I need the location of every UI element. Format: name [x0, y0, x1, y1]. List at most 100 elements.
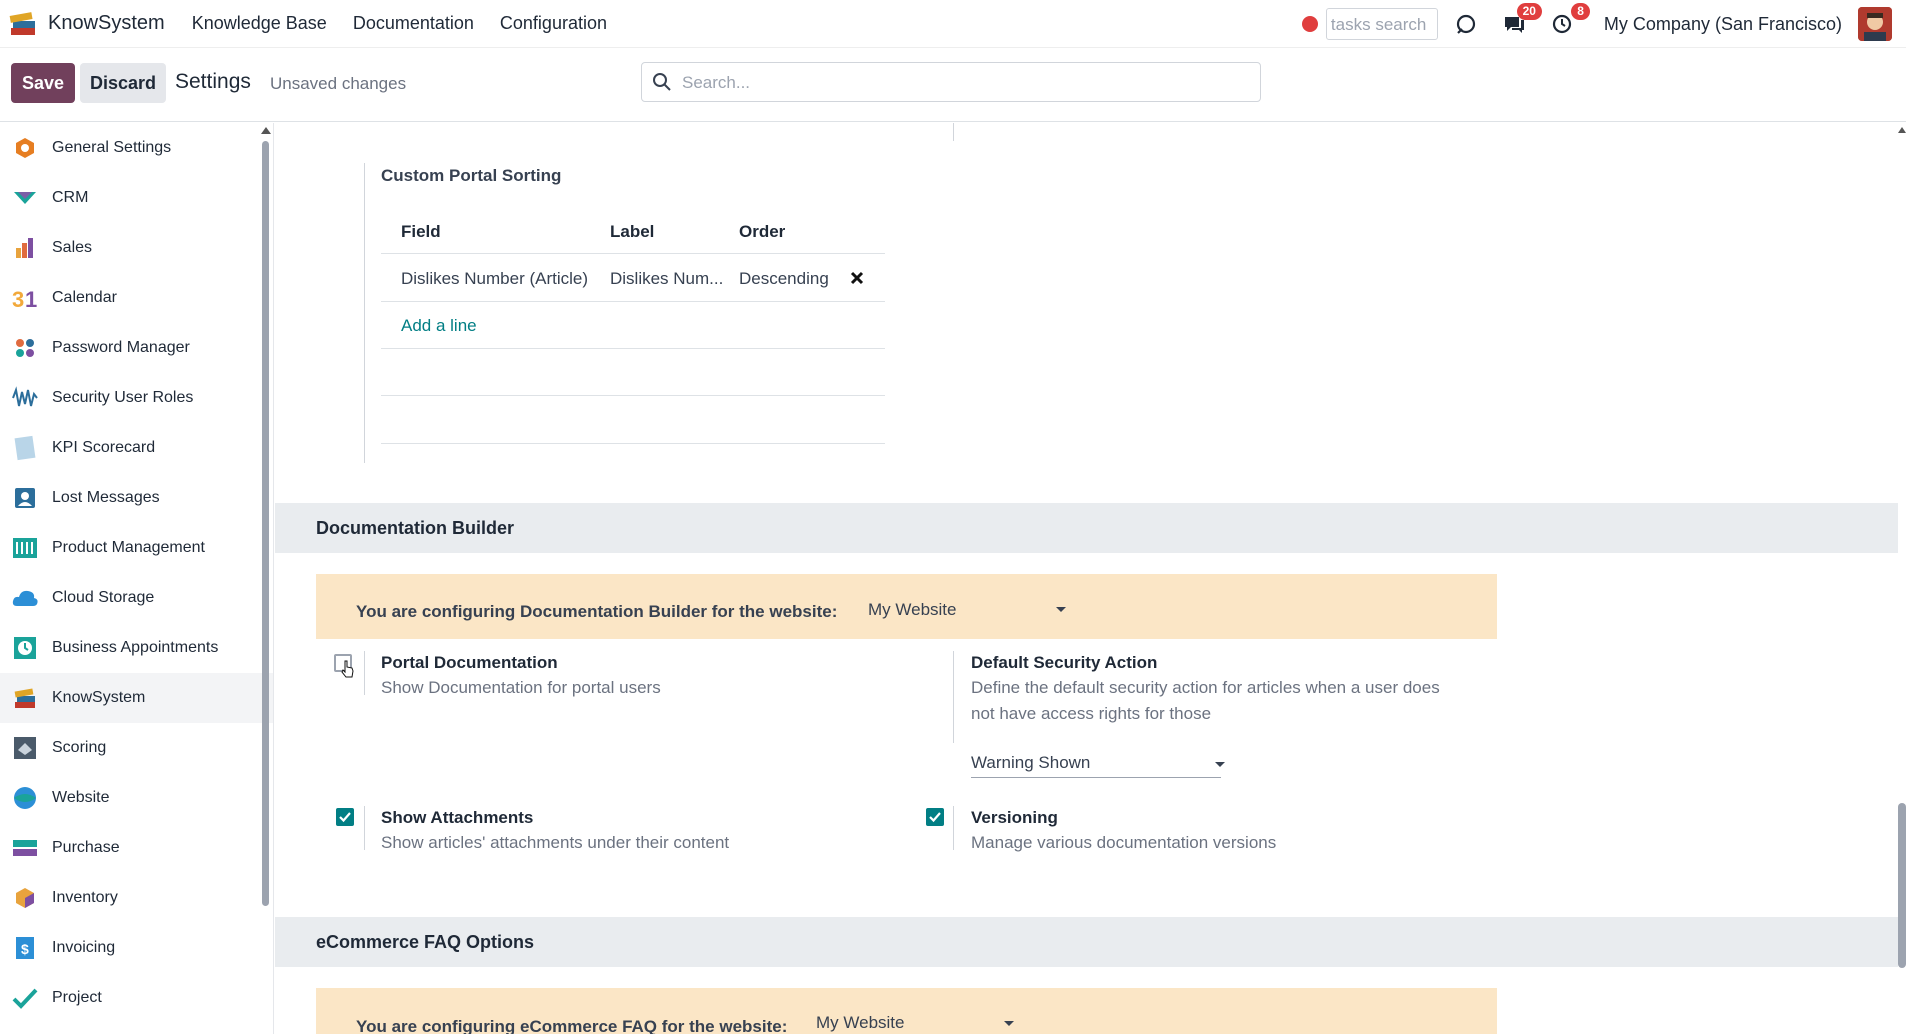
cell-field[interactable]: Dislikes Number (Article) — [401, 269, 588, 289]
brand[interactable]: KnowSystem — [4, 5, 165, 43]
refresh-icon[interactable] — [1452, 10, 1480, 38]
knowsystem-logo-icon — [4, 5, 42, 43]
sidebar-item-knowsystem[interactable]: KnowSystem — [0, 673, 273, 723]
menu-knowledge-base[interactable]: Knowledge Base — [192, 13, 327, 34]
scoring-icon — [11, 734, 39, 762]
page-title: Settings — [175, 70, 251, 93]
table-divider — [381, 395, 885, 396]
discard-button[interactable]: Discard — [80, 63, 166, 103]
ecommerce-faq-website-select[interactable]: My Website — [816, 1013, 905, 1033]
portal-documentation-title: Portal Documentation — [381, 653, 558, 672]
messages-icon[interactable]: 20 — [1500, 3, 1542, 38]
sidebar-item-calendar[interactable]: 3 1 Calendar — [0, 273, 273, 323]
activities-icon[interactable]: 8 — [1548, 3, 1590, 38]
table-divider — [381, 253, 885, 254]
chevron-down-icon[interactable] — [1004, 1021, 1014, 1026]
sales-icon — [11, 234, 39, 262]
sidebar-item-cloud-storage[interactable]: Cloud Storage — [0, 573, 273, 623]
default-security-title: Default Security Action — [971, 653, 1158, 672]
purchase-icon — [11, 834, 39, 862]
tasks-search-input[interactable]: tasks search — [1325, 8, 1438, 40]
sidebar-item-label: Lost Messages — [52, 489, 160, 506]
settings-search-input[interactable]: Search... — [641, 62, 1261, 102]
show-attachments-checkbox[interactable] — [336, 808, 354, 826]
sidebar-item-sales[interactable]: Sales — [0, 223, 273, 273]
portal-documentation-desc: Show Documentation for portal users — [381, 678, 661, 697]
doc-builder-section-header: Documentation Builder — [275, 503, 1898, 553]
sidebar-item-scoring[interactable]: Scoring — [0, 723, 273, 773]
delete-row-icon[interactable] — [850, 271, 864, 290]
product-management-icon — [11, 534, 39, 562]
ecommerce-faq-alert-text: You are configuring eCommerce FAQ for th… — [356, 1017, 788, 1034]
cell-order[interactable]: Descending — [739, 269, 829, 289]
column-divider — [953, 806, 954, 850]
sidebar-item-label: Inventory — [52, 889, 118, 906]
cloud-storage-icon — [11, 584, 39, 612]
sidebar-item-inventory[interactable]: Inventory — [0, 873, 273, 923]
sidebar-item-invoicing[interactable]: $ Invoicing — [0, 923, 273, 973]
sidebar-scroll-up-icon[interactable] — [261, 127, 271, 134]
cell-label[interactable]: Dislikes Num... — [610, 269, 723, 289]
appointments-icon — [11, 634, 39, 662]
svg-text:3: 3 — [12, 287, 24, 310]
svg-text:1: 1 — [25, 287, 37, 310]
sidebar-item-label: Purchase — [52, 839, 120, 856]
messages-badge: 20 — [1516, 3, 1542, 20]
chevron-down-icon[interactable] — [1215, 762, 1225, 767]
versioning-title: Versioning — [971, 808, 1058, 827]
sidebar-item-project[interactable]: Project — [0, 973, 273, 1023]
column-divider — [953, 651, 954, 743]
doc-builder-website-select[interactable]: My Website — [868, 600, 957, 620]
search-placeholder: Search... — [682, 73, 751, 92]
kpi-icon — [11, 434, 39, 462]
doc-builder-website-alert: You are configuring Documentation Builde… — [316, 574, 1497, 639]
website-icon — [11, 784, 39, 812]
ecommerce-faq-section-header: eCommerce FAQ Options — [275, 917, 1898, 967]
versioning-desc: Manage various documentation versions — [971, 833, 1277, 852]
sidebar-item-label: Product Management — [52, 539, 205, 556]
sidebar-scrollbar[interactable] — [262, 141, 269, 906]
record-indicator-icon[interactable] — [1301, 16, 1318, 32]
versioning-checkbox[interactable] — [926, 808, 944, 826]
col-header-label[interactable]: Label — [610, 222, 654, 242]
sidebar-item-business-appointments[interactable]: Business Appointments — [0, 623, 273, 673]
save-button[interactable]: Save — [11, 63, 75, 103]
sidebar-item-lost-messages[interactable]: Lost Messages — [0, 473, 273, 523]
sidebar-item-password-manager[interactable]: Password Manager — [0, 323, 273, 373]
sidebar-item-website[interactable]: Website — [0, 773, 273, 823]
chevron-down-icon[interactable] — [1056, 607, 1066, 612]
menu-documentation[interactable]: Documentation — [353, 13, 474, 34]
menu-configuration[interactable]: Configuration — [500, 13, 607, 34]
content-scrollbar[interactable] — [1898, 123, 1906, 1034]
ecommerce-faq-section-title: eCommerce FAQ Options — [316, 932, 535, 952]
sidebar-item-kpi-scorecard[interactable]: KPI Scorecard — [0, 423, 273, 473]
sidebar-item-label: General Settings — [52, 139, 172, 156]
sidebar-item-security-user-roles[interactable]: Security User Roles — [0, 373, 273, 423]
doc-builder-section-title: Documentation Builder — [316, 518, 515, 538]
default-security-select[interactable]: Warning Shown — [971, 753, 1090, 773]
top-navbar: KnowSystem Knowledge Base Documentation … — [0, 0, 1906, 48]
column-divider — [364, 163, 365, 463]
col-header-order[interactable]: Order — [739, 222, 785, 242]
sidebar-item-general-settings[interactable]: General Settings — [0, 123, 273, 173]
content-scroll-thumb[interactable] — [1898, 803, 1906, 968]
table-divider — [381, 348, 885, 349]
sidebar-item-label: Sales — [52, 239, 93, 256]
content-scroll-up-icon[interactable] — [1898, 127, 1906, 133]
user-avatar[interactable] — [1858, 7, 1892, 41]
settings-content: Custom Portal Sorting Field Label Order … — [275, 123, 1906, 1034]
activities-badge: 8 — [1571, 3, 1590, 20]
sidebar-item-label: Business Appointments — [52, 639, 219, 656]
ecommerce-faq-website-alert: You are configuring eCommerce FAQ for th… — [316, 988, 1497, 1034]
sidebar-item-label: Password Manager — [52, 339, 190, 356]
sidebar-item-label: Cloud Storage — [52, 589, 155, 606]
column-divider — [953, 123, 954, 141]
invoicing-icon: $ — [11, 934, 39, 962]
sidebar-item-product-management[interactable]: Product Management — [0, 523, 273, 573]
lost-messages-icon — [11, 484, 39, 512]
sidebar-item-crm[interactable]: CRM — [0, 173, 273, 223]
add-line-link[interactable]: Add a line — [401, 316, 477, 336]
col-header-field[interactable]: Field — [401, 222, 441, 242]
company-switcher[interactable]: My Company (San Francisco) — [1604, 14, 1842, 35]
sidebar-item-purchase[interactable]: Purchase — [0, 823, 273, 873]
